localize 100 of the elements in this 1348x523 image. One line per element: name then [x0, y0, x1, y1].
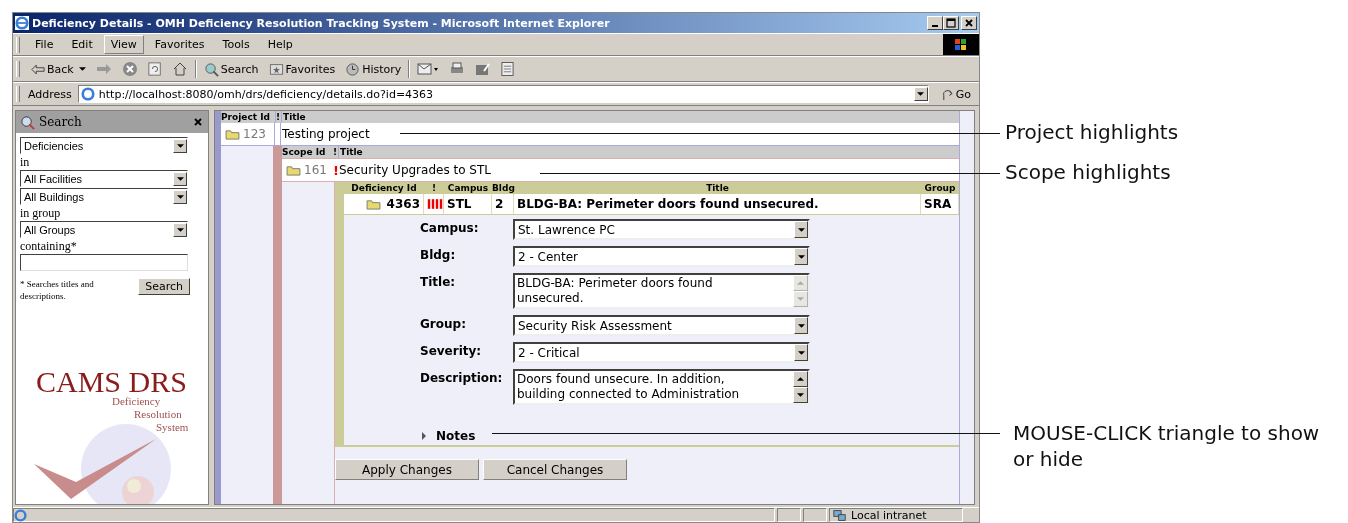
project-id[interactable]: 123 [243, 127, 266, 141]
home-icon[interactable] [171, 61, 188, 77]
column-header: Scope Id [282, 146, 327, 158]
field-label: Description: [420, 370, 504, 387]
menu-item[interactable]: View [103, 35, 144, 54]
clock-icon [345, 61, 361, 77]
field-label: containing* [20, 239, 78, 253]
down-arrow-icon [797, 297, 804, 301]
table-cell: 2 [492, 194, 514, 214]
callout-text: Scope highlights [1005, 159, 1171, 185]
caret-icon [917, 92, 925, 96]
table-cell: STL [444, 194, 492, 214]
edit-icon[interactable] [475, 61, 492, 77]
folder-icon[interactable] [286, 164, 301, 176]
network-icon [832, 508, 847, 522]
mail-icon[interactable] [417, 61, 440, 77]
caret-icon [797, 227, 805, 232]
folder-icon[interactable] [225, 128, 240, 140]
close-button[interactable] [961, 16, 977, 30]
form-button[interactable]: Cancel Changes [483, 459, 627, 480]
caret-icon [797, 254, 805, 259]
minimize-button[interactable] [927, 16, 943, 30]
scrollbar[interactable] [793, 371, 808, 403]
logo-subtitle: System [155, 421, 190, 434]
caret-icon [176, 176, 184, 181]
dropdown[interactable]: St. Lawrence PC [513, 219, 810, 240]
dropdown[interactable]: 2 - Center [513, 246, 810, 267]
document-icon[interactable] [501, 61, 515, 77]
folder-icon[interactable] [365, 198, 381, 210]
column-header: Deficiency Id [350, 183, 418, 193]
field-label: in [20, 155, 31, 169]
logo-title: CAMS DRS [36, 369, 188, 395]
priority-label: ! [333, 161, 338, 180]
column-header: ! [430, 183, 438, 193]
refresh-icon[interactable] [147, 61, 162, 77]
column-header: Group [923, 183, 957, 193]
column-header: Title [282, 112, 306, 122]
caret-icon [176, 143, 184, 148]
field-label: in group [20, 206, 62, 220]
maximize-button[interactable] [943, 16, 959, 30]
field-label: Title: [420, 274, 457, 291]
windows-logo-icon [943, 34, 979, 55]
logo-subtitle: Resolution [133, 408, 183, 421]
scope-id[interactable]: 161 [304, 163, 327, 177]
stop-icon[interactable] [121, 61, 138, 77]
address-label: Address [28, 87, 72, 101]
caret-icon [797, 323, 805, 328]
project-title: Testing project [281, 127, 370, 141]
menu-item[interactable]: File [28, 35, 61, 54]
notes-toggle[interactable]: Notes [420, 429, 476, 443]
close-icon[interactable] [194, 118, 202, 126]
caret-icon [176, 227, 184, 232]
dropdown[interactable]: Security Risk Assessment [513, 315, 810, 336]
column-header: Bldg [492, 183, 514, 193]
dropdown[interactable]: 2 - Critical [513, 342, 810, 363]
favorites-button[interactable]: Favorites [265, 62, 339, 76]
deficiency-id[interactable]: 4363 [386, 197, 420, 211]
menu-item[interactable]: Tools [215, 35, 257, 54]
column-header: Campus [446, 183, 490, 193]
maximize-icon [946, 18, 956, 28]
caret-icon [797, 350, 805, 355]
caret-icon [176, 194, 184, 199]
window-title: Deficiency Details - OMH Deficiency Resolution Tracking System - Microsoft Internet Explorer [32, 16, 610, 30]
dropdown[interactable]: Deficiencies [20, 137, 188, 154]
triangle-icon [420, 432, 428, 440]
security-zone: Local intranet [851, 508, 927, 522]
dropdown[interactable]: All Buildings [20, 188, 188, 205]
close-icon [964, 18, 974, 28]
field-label: Group: [420, 316, 467, 333]
table-cell: BLDG-BA: Perimeter doors found unsecured. [514, 194, 921, 214]
text-input[interactable] [20, 254, 188, 271]
menu-item[interactable]: Favorites [147, 35, 212, 54]
dropdown[interactable]: All Groups [20, 221, 188, 238]
field-label: Severity: [420, 343, 483, 360]
caret-icon [78, 67, 86, 71]
back-button[interactable]: Back [28, 62, 89, 76]
address-field[interactable]: http://localhost:8080/omh/drs/deficiency/details.do?id=4363 [77, 85, 929, 103]
menu-item[interactable]: Edit [64, 35, 100, 54]
up-arrow-icon [797, 377, 804, 381]
up-arrow-icon [797, 281, 804, 285]
minimize-icon [932, 25, 938, 27]
page-icon [14, 508, 27, 522]
down-arrow-icon [797, 393, 804, 397]
sidebar-title: Search [39, 115, 82, 129]
field-label: Campus: [420, 220, 480, 237]
text-area[interactable]: Doors found unsecure. In addition, building connected to Administration [513, 369, 810, 405]
back-arrow-icon [31, 63, 45, 75]
search-button[interactable]: Search [200, 61, 262, 77]
column-header: ! [333, 146, 339, 158]
form-button[interactable]: Apply Changes [335, 459, 479, 480]
search-icon [203, 61, 219, 77]
menu-item[interactable]: Help [260, 35, 300, 54]
curved-arrow-icon [940, 87, 954, 101]
go-button[interactable]: Go [932, 87, 979, 101]
callout-text: MOUSE-CLICK triangle to show or hide [1013, 420, 1321, 472]
logo-subtitle: Deficiency [112, 395, 162, 408]
table-cell: SRA [921, 194, 959, 214]
history-button[interactable]: History [342, 61, 405, 77]
dropdown[interactable]: All Facilities [20, 170, 188, 187]
search-button[interactable]: Search [138, 278, 190, 295]
